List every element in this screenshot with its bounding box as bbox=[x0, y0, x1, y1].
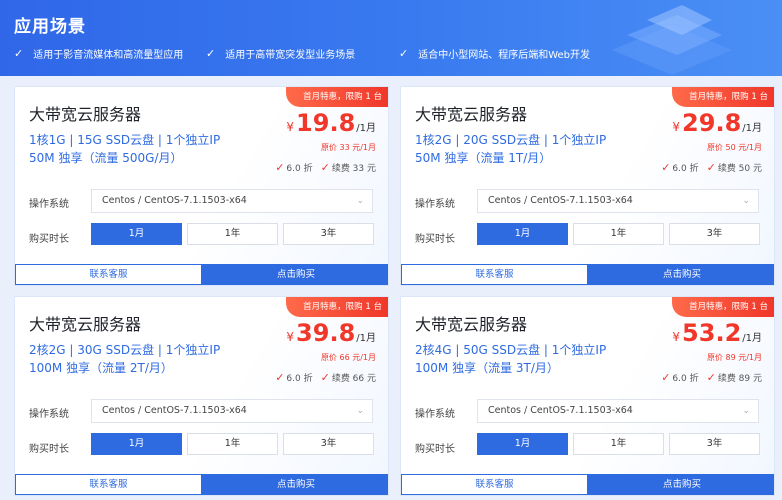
contact-button[interactable]: 联系客服 bbox=[401, 264, 588, 285]
os-label: 操作系统 bbox=[415, 409, 455, 420]
buy-button[interactable]: 点击购买 bbox=[202, 474, 388, 495]
feature-label: 适合中小型网站、程序后端和Web开发 bbox=[418, 50, 591, 61]
duration-option-3y[interactable]: 3年 bbox=[283, 223, 374, 245]
price: ¥ 19.8 /1月 bbox=[286, 109, 376, 137]
check-icon: ✓ bbox=[706, 161, 716, 174]
product-bandwidth: 100M 独享（流量 2T/月） bbox=[29, 361, 173, 375]
page-title: 应用场景 bbox=[14, 17, 86, 37]
duration-option-1y[interactable]: 1年 bbox=[573, 433, 664, 455]
price-tags: ✓ 6.0 折 ✓ 续费 33 元 bbox=[275, 161, 376, 174]
price-value: 39.8 bbox=[296, 319, 356, 347]
check-icon: ✓ bbox=[399, 47, 409, 60]
duration-option-1y[interactable]: 1年 bbox=[187, 223, 278, 245]
promo-ribbon: 首月特惠，限购 1 台 bbox=[286, 297, 388, 317]
original-price: 原价 89 元/1月 bbox=[706, 353, 762, 362]
duration-label: 购买时长 bbox=[29, 234, 69, 245]
price-tags: ✓ 6.0 折 ✓ 续费 89 元 bbox=[661, 371, 762, 384]
chevron-down-icon: ⌄ bbox=[356, 406, 364, 416]
price-tags: ✓ 6.0 折 ✓ 续费 50 元 bbox=[661, 161, 762, 174]
os-label: 操作系统 bbox=[29, 199, 69, 210]
feature-item-2: ✓ 适用于高带宽突发型业务场景 bbox=[206, 46, 355, 61]
duration-label: 购买时长 bbox=[415, 444, 455, 455]
product-bandwidth: 100M 独享（流量 3T/月） bbox=[415, 361, 559, 375]
contact-button[interactable]: 联系客服 bbox=[15, 474, 202, 495]
chevron-down-icon: ⌄ bbox=[356, 196, 364, 206]
price: ¥ 39.8 /1月 bbox=[286, 319, 376, 347]
duration-option-3y[interactable]: 3年 bbox=[669, 223, 760, 245]
feature-item-3: ✓ 适合中小型网站、程序后端和Web开发 bbox=[399, 46, 590, 61]
buy-button[interactable]: 点击购买 bbox=[588, 264, 774, 285]
product-bandwidth: 50M 独享（流量 1T/月） bbox=[415, 151, 552, 165]
os-label: 操作系统 bbox=[415, 199, 455, 210]
price-value: 53.2 bbox=[682, 319, 742, 347]
server-illustration-icon bbox=[612, 5, 732, 75]
check-icon: ✓ bbox=[320, 371, 330, 384]
duration-option-3y[interactable]: 3年 bbox=[669, 433, 760, 455]
check-icon: ✓ bbox=[320, 161, 330, 174]
product-title: 大带宽云服务器 bbox=[29, 105, 142, 124]
contact-button[interactable]: 联系客服 bbox=[401, 474, 588, 495]
promo-ribbon: 首月特惠，限购 1 台 bbox=[672, 87, 774, 107]
check-icon: ✓ bbox=[206, 47, 216, 60]
duration-option-1y[interactable]: 1年 bbox=[573, 223, 664, 245]
check-icon: ✓ bbox=[275, 371, 285, 384]
duration-option-1y[interactable]: 1年 bbox=[187, 433, 278, 455]
buy-button[interactable]: 点击购买 bbox=[588, 474, 774, 495]
product-spec: 2核4G | 50G SSD云盘 | 1个独立IP bbox=[415, 343, 607, 357]
product-title: 大带宽云服务器 bbox=[415, 105, 528, 124]
product-card-2: 首月特惠，限购 1 台 大带宽云服务器 1核2G | 20G SSD云盘 | 1… bbox=[400, 86, 775, 286]
product-title: 大带宽云服务器 bbox=[415, 315, 528, 334]
os-select[interactable]: Centos / CentOS-7.1.1503-x64 ⌄ bbox=[477, 189, 759, 213]
product-title: 大带宽云服务器 bbox=[29, 315, 142, 334]
hero-banner: 应用场景 ✓ 适用于影音流媒体和高流量型应用 ✓ 适用于高带宽突发型业务场景 ✓… bbox=[0, 0, 782, 76]
product-spec: 1核2G | 20G SSD云盘 | 1个独立IP bbox=[415, 133, 607, 147]
original-price: 原价 33 元/1月 bbox=[320, 143, 376, 152]
feature-item-1: ✓ 适用于影音流媒体和高流量型应用 bbox=[14, 46, 183, 61]
buy-button[interactable]: 点击购买 bbox=[202, 264, 388, 285]
check-icon: ✓ bbox=[275, 161, 285, 174]
product-spec: 2核2G | 30G SSD云盘 | 1个独立IP bbox=[29, 343, 221, 357]
product-card-4: 首月特惠，限购 1 台 大带宽云服务器 2核4G | 50G SSD云盘 | 1… bbox=[400, 296, 775, 496]
duration-option-3y[interactable]: 3年 bbox=[283, 433, 374, 455]
product-spec: 1核1G | 15G SSD云盘 | 1个独立IP bbox=[29, 133, 221, 147]
duration-option-1m[interactable]: 1月 bbox=[91, 433, 182, 455]
os-select[interactable]: Centos / CentOS-7.1.1503-x64 ⌄ bbox=[91, 189, 373, 213]
os-label: 操作系统 bbox=[29, 409, 69, 420]
duration-option-1m[interactable]: 1月 bbox=[477, 223, 568, 245]
product-card-3: 首月特惠，限购 1 台 大带宽云服务器 2核2G | 30G SSD云盘 | 1… bbox=[14, 296, 389, 496]
product-bandwidth: 50M 独享（流量 500G/月） bbox=[29, 151, 183, 165]
contact-button[interactable]: 联系客服 bbox=[15, 264, 202, 285]
duration-label: 购买时长 bbox=[29, 444, 69, 455]
os-select[interactable]: Centos / CentOS-7.1.1503-x64 ⌄ bbox=[477, 399, 759, 423]
product-card-1: 首月特惠，限购 1 台 大带宽云服务器 1核1G | 15G SSD云盘 | 1… bbox=[14, 86, 389, 286]
price-value: 29.8 bbox=[682, 109, 742, 137]
chevron-down-icon: ⌄ bbox=[742, 406, 750, 416]
price-tags: ✓ 6.0 折 ✓ 续费 66 元 bbox=[275, 371, 376, 384]
duration-option-1m[interactable]: 1月 bbox=[91, 223, 182, 245]
check-icon: ✓ bbox=[706, 371, 716, 384]
price: ¥ 29.8 /1月 bbox=[672, 109, 762, 137]
price-value: 19.8 bbox=[296, 109, 356, 137]
promo-ribbon: 首月特惠，限购 1 台 bbox=[286, 87, 388, 107]
original-price: 原价 50 元/1月 bbox=[706, 143, 762, 152]
os-select[interactable]: Centos / CentOS-7.1.1503-x64 ⌄ bbox=[91, 399, 373, 423]
promo-ribbon: 首月特惠，限购 1 台 bbox=[672, 297, 774, 317]
duration-option-1m[interactable]: 1月 bbox=[477, 433, 568, 455]
check-icon: ✓ bbox=[661, 161, 671, 174]
price: ¥ 53.2 /1月 bbox=[672, 319, 762, 347]
check-icon: ✓ bbox=[661, 371, 671, 384]
duration-label: 购买时长 bbox=[415, 234, 455, 245]
original-price: 原价 66 元/1月 bbox=[320, 353, 376, 362]
chevron-down-icon: ⌄ bbox=[742, 196, 750, 206]
feature-label: 适用于影音流媒体和高流量型应用 bbox=[33, 50, 184, 61]
feature-label: 适用于高带宽突发型业务场景 bbox=[225, 50, 356, 61]
check-icon: ✓ bbox=[14, 47, 24, 60]
